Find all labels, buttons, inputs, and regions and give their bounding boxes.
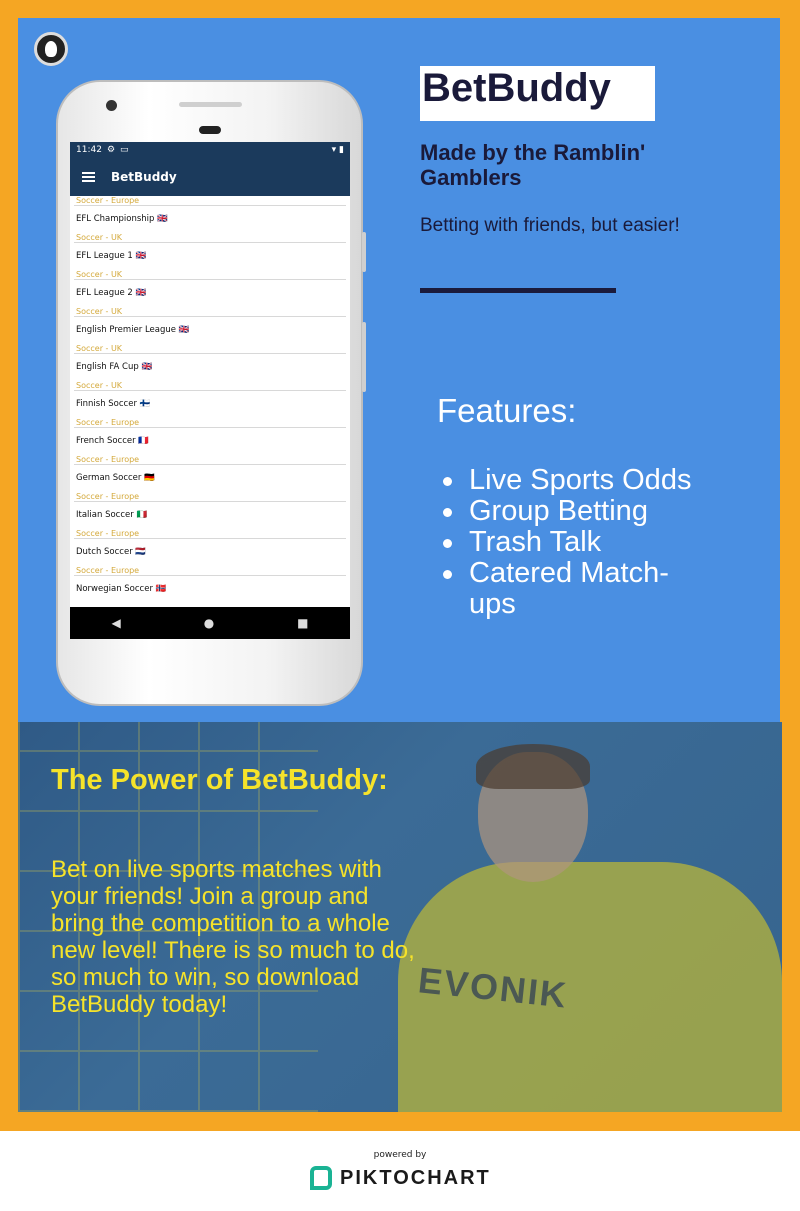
list-item[interactable]: EFL League 1 🇬🇧 Soccer - UK <box>74 243 346 280</box>
gear-icon: ⚙ <box>106 145 116 155</box>
feature-item: Live Sports Odds <box>439 465 699 496</box>
phone-sensor <box>199 126 221 134</box>
brand-name: PIKTOCHART <box>340 1166 491 1189</box>
list-item[interactable]: EFL League 2 🇬🇧 Soccer - UK <box>74 280 346 317</box>
page-title: BetBuddy <box>422 66 611 110</box>
feature-item: Group Betting <box>439 496 699 527</box>
tagline-text: Betting with friends, but easier! <box>420 215 680 236</box>
phone-mockup: 11:42 ⚙ ▭ ▾ ▮ BetBuddy Soccer - Europe EFL… <box>56 80 366 706</box>
features-heading: Features: <box>437 392 577 429</box>
made-by-text: Made by the Ramblin' Gamblers <box>420 140 646 190</box>
feature-item: Catered Match-ups <box>439 558 699 620</box>
home-icon[interactable]: ● <box>204 616 214 630</box>
recents-icon[interactable]: ■ <box>297 616 308 630</box>
power-heading: The Power of BetBuddy: <box>51 764 388 796</box>
volume-button <box>362 322 366 392</box>
phone-screen: 11:42 ⚙ ▭ ▾ ▮ BetBuddy Soccer - Europe EFL… <box>70 142 350 639</box>
battery-icon: ▮ <box>339 145 344 155</box>
piktochart-logo[interactable]: PIKTOCHART <box>310 1166 491 1190</box>
features-list: Live Sports Odds Group Betting Trash Tal… <box>439 465 699 620</box>
powered-by-text: powered by <box>373 1150 427 1160</box>
player-photo: EVONIK <box>398 742 782 1112</box>
app-bar: BetBuddy <box>70 158 350 196</box>
power-panel: EVONIK The Power of BetBuddy: Bet on liv… <box>18 722 782 1112</box>
player-hair <box>476 744 590 789</box>
notification-icon: ▭ <box>120 145 129 155</box>
feature-item: Trash Talk <box>439 527 699 558</box>
list-item[interactable]: Italian Soccer 🇮🇹 Soccer - Europe <box>74 502 346 539</box>
power-body-text: Bet on live sports matches with your fri… <box>51 856 415 1018</box>
hamburger-menu-icon[interactable] <box>82 172 95 182</box>
piktochart-icon <box>310 1166 332 1190</box>
league-list: Soccer - Europe EFL Championship 🇬🇧 Socce… <box>70 196 350 613</box>
status-bar: 11:42 ⚙ ▭ ▾ ▮ <box>70 142 350 158</box>
list-item[interactable]: Dutch Soccer 🇳🇱 Soccer - Europe <box>74 539 346 576</box>
list-item[interactable]: Finnish Soccer 🇫🇮 Soccer - Europe <box>74 391 346 428</box>
power-button <box>362 232 366 272</box>
list-item[interactable]: English Premier League 🇬🇧 Soccer - UK <box>74 317 346 354</box>
wifi-icon: ▾ <box>331 145 337 155</box>
status-time: 11:42 <box>76 145 102 155</box>
divider <box>420 288 616 293</box>
footer: powered by PIKTOCHART <box>0 1131 800 1211</box>
list-category: Soccer - Europe <box>74 196 346 206</box>
phone-speaker <box>179 102 242 107</box>
list-item[interactable]: English FA Cup 🇬🇧 Soccer - UK <box>74 354 346 391</box>
app-bar-title: BetBuddy <box>111 170 177 184</box>
camera-icon <box>106 100 117 111</box>
list-item[interactable]: French Soccer 🇫🇷 Soccer - Europe <box>74 428 346 465</box>
list-item[interactable]: EFL Championship 🇬🇧 Soccer - UK <box>74 206 346 243</box>
list-item[interactable]: German Soccer 🇩🇪 Soccer - Europe <box>74 465 346 502</box>
android-nav-bar: ◀ ● ■ <box>70 607 350 639</box>
team-logo-icon <box>34 32 68 66</box>
back-icon[interactable]: ◀ <box>111 616 120 630</box>
title-box: BetBuddy <box>420 66 655 121</box>
